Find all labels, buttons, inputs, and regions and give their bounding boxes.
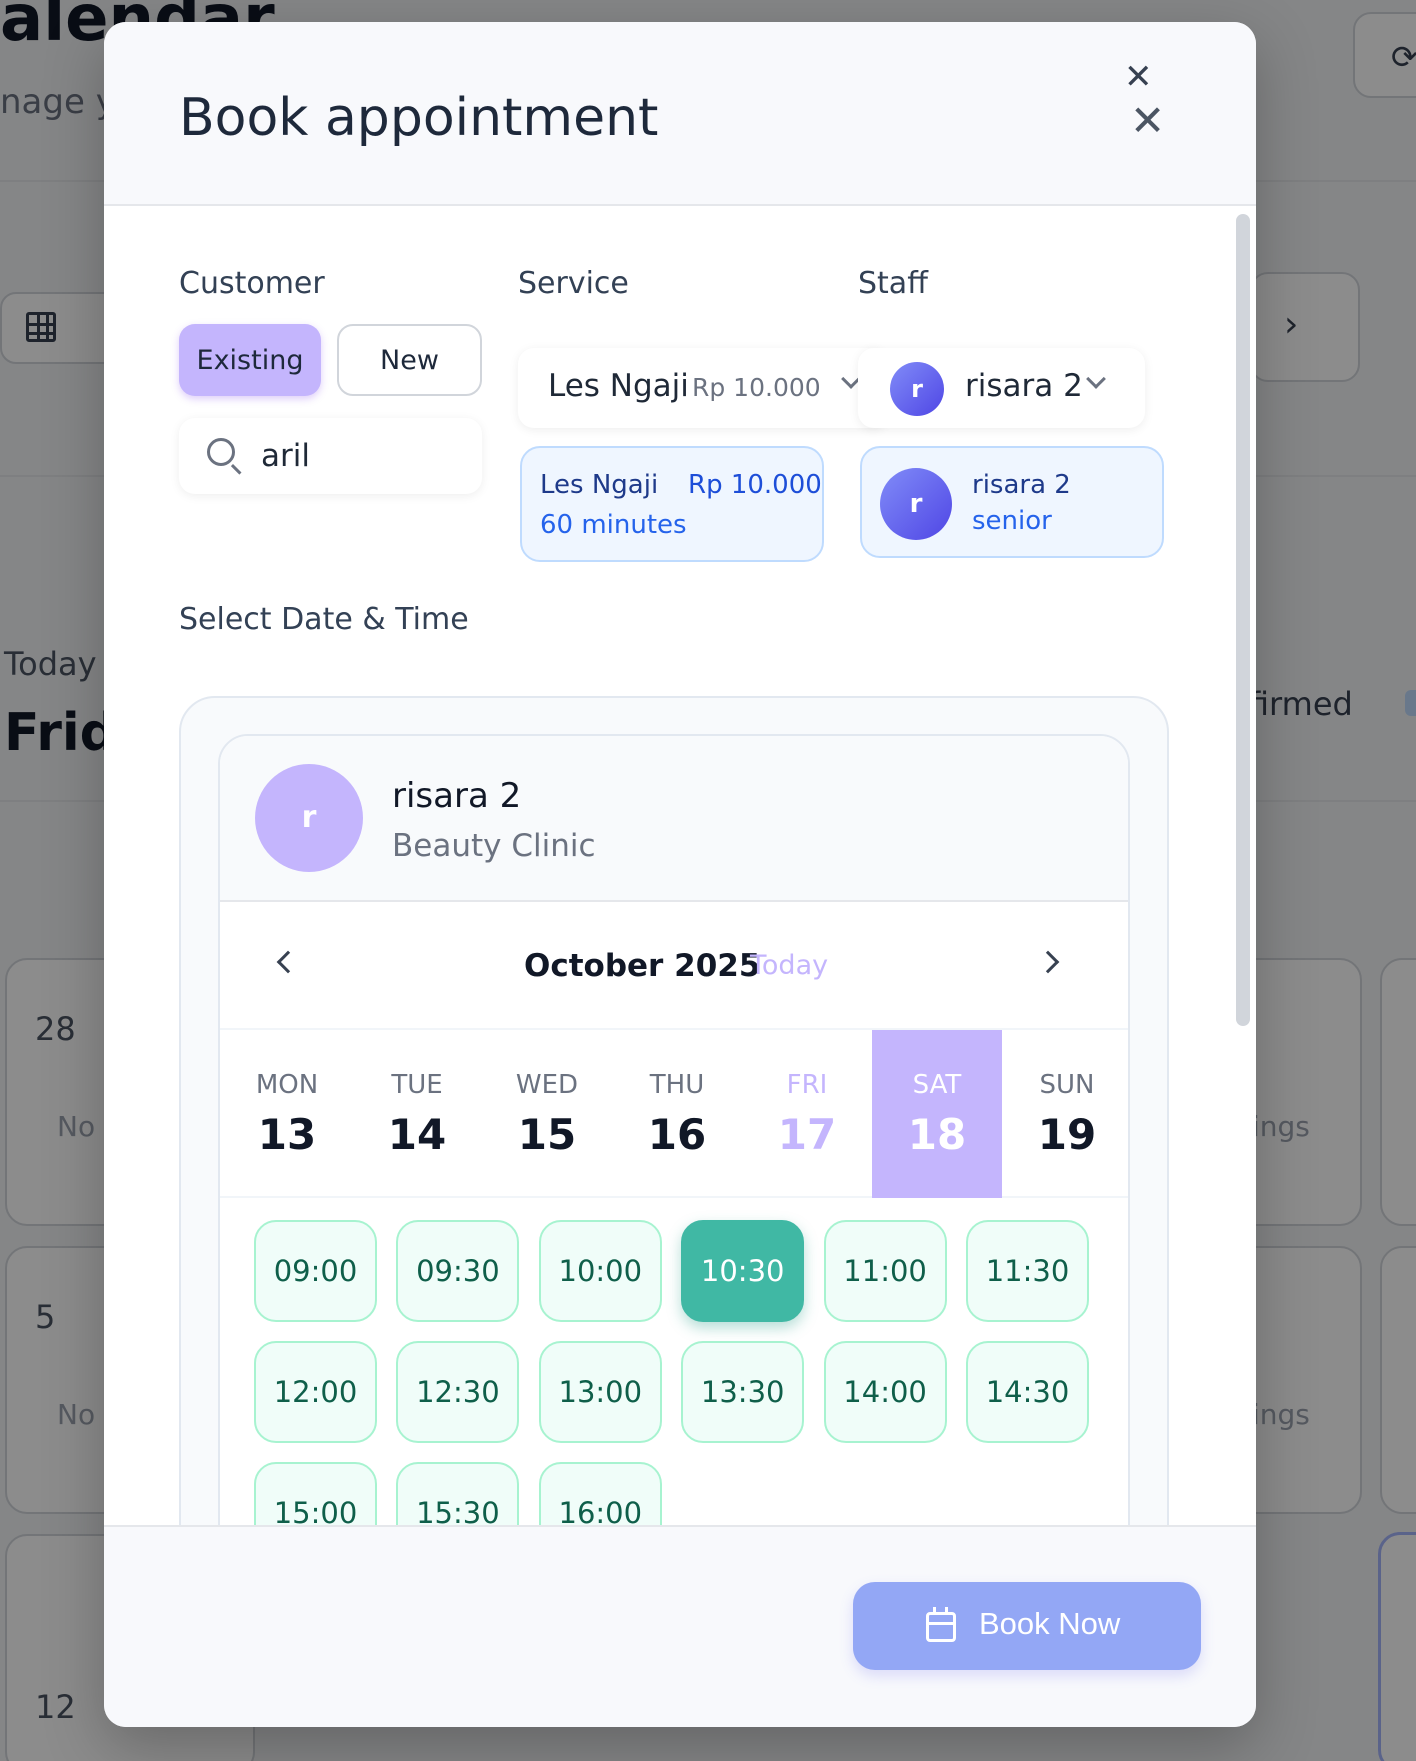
month-label: October 2025 xyxy=(524,948,761,984)
day-sat[interactable]: SAT 18 xyxy=(872,1030,1002,1198)
book-appointment-modal: Book appointment ✕ ✕ Customer Existing N… xyxy=(104,22,1256,1727)
staff-select-name: risara 2 xyxy=(965,368,1083,404)
modal-header: Book appointment ✕ ✕ xyxy=(104,22,1256,206)
staff-card-name: risara 2 xyxy=(972,470,1071,500)
day-date: 14 xyxy=(387,1110,447,1159)
scrollbar[interactable] xyxy=(1236,214,1250,1026)
day-thu[interactable]: THU 16 xyxy=(612,1030,742,1198)
time-slot[interactable]: 11:30 xyxy=(966,1220,1089,1322)
staff-label: Staff xyxy=(858,266,928,301)
day-name: THU xyxy=(649,1070,705,1100)
customer-search xyxy=(179,418,482,494)
provider-header: r risara 2 Beauty Clinic xyxy=(220,736,1128,902)
time-slot[interactable]: 13:30 xyxy=(681,1341,805,1443)
day-date: 19 xyxy=(1037,1110,1097,1159)
day-name: MON xyxy=(255,1070,319,1100)
close-icon[interactable]: ✕ xyxy=(1124,60,1153,94)
time-slot[interactable]: 14:30 xyxy=(966,1341,1089,1443)
time-slot[interactable]: 14:00 xyxy=(823,1341,947,1443)
avatar: r xyxy=(255,764,363,872)
day-sun[interactable]: SUN 19 xyxy=(1002,1030,1128,1198)
staff-summary-card: r risara 2 senior xyxy=(860,446,1164,558)
service-card-price: Rp 10.000 xyxy=(688,470,822,500)
time-slot[interactable]: 11:00 xyxy=(823,1220,947,1322)
chevron-left-icon[interactable] xyxy=(276,950,300,974)
time-slot[interactable]: 10:30 xyxy=(681,1220,805,1322)
service-summary-card: Les Ngaji Rp 10.000 60 minutes xyxy=(520,446,824,562)
service-label: Service xyxy=(518,266,629,301)
time-slot[interactable]: 10:00 xyxy=(538,1220,662,1322)
date-time-label: Select Date & Time xyxy=(179,602,469,637)
time-slot[interactable]: 12:30 xyxy=(396,1341,520,1443)
new-customer-button[interactable]: New xyxy=(337,324,482,396)
week-strip: MON 13 TUE 14 WED 15 THU 16 FRI 17 SAT 18 SUN 19 xyxy=(220,1030,1128,1198)
time-slot[interactable]: 09:00 xyxy=(254,1220,377,1322)
day-name: TUE xyxy=(391,1070,443,1100)
service-select[interactable]: Les Ngaji Rp 10.000 xyxy=(518,348,888,428)
staff-select[interactable]: r risara 2 xyxy=(858,348,1145,428)
day-tue[interactable]: TUE 14 xyxy=(352,1030,482,1198)
provider-name: risara 2 xyxy=(392,776,522,816)
day-date: 18 xyxy=(907,1110,967,1159)
service-select-price: Rp 10.000 xyxy=(692,373,821,402)
today-button[interactable]: Today xyxy=(750,950,828,981)
calendar-nav: October 2025 Today xyxy=(220,902,1128,1030)
day-date: 16 xyxy=(647,1110,707,1159)
search-icon xyxy=(207,438,235,466)
book-now-button[interactable]: Book Now xyxy=(853,1582,1201,1670)
day-fri[interactable]: FRI 17 xyxy=(742,1030,872,1198)
existing-customer-button[interactable]: Existing xyxy=(179,324,321,396)
day-name: WED xyxy=(515,1070,579,1100)
modal-title: Book appointment xyxy=(179,88,659,148)
modal-footer: Book Now xyxy=(104,1525,1256,1727)
service-select-name: Les Ngaji xyxy=(548,368,689,404)
chevron-down-icon xyxy=(1086,369,1106,389)
day-name: FRI xyxy=(786,1070,828,1100)
time-slot[interactable]: 13:00 xyxy=(538,1341,662,1443)
book-now-label: Book Now xyxy=(979,1606,1121,1641)
chevron-right-icon[interactable] xyxy=(1036,950,1060,974)
avatar: r xyxy=(880,468,952,540)
service-card-name: Les Ngaji xyxy=(540,470,659,500)
avatar: r xyxy=(890,362,944,416)
day-mon[interactable]: MON 13 xyxy=(222,1030,352,1198)
day-date: 17 xyxy=(777,1110,837,1159)
customer-label: Customer xyxy=(179,266,325,301)
provider-organization: Beauty Clinic xyxy=(392,828,596,864)
day-wed[interactable]: WED 15 xyxy=(482,1030,612,1198)
day-name: SUN xyxy=(1039,1070,1095,1100)
day-date: 15 xyxy=(517,1110,577,1159)
calendar-icon xyxy=(926,1607,956,1642)
customer-search-input[interactable] xyxy=(261,432,461,480)
time-slot[interactable]: 12:00 xyxy=(254,1341,377,1443)
time-slot[interactable]: 09:30 xyxy=(396,1220,520,1322)
close-icon[interactable]: ✕ xyxy=(1130,100,1165,142)
service-card-duration: 60 minutes xyxy=(540,510,687,540)
day-date: 13 xyxy=(257,1110,317,1159)
staff-card-role: senior xyxy=(972,506,1052,536)
day-name: SAT xyxy=(912,1070,962,1100)
